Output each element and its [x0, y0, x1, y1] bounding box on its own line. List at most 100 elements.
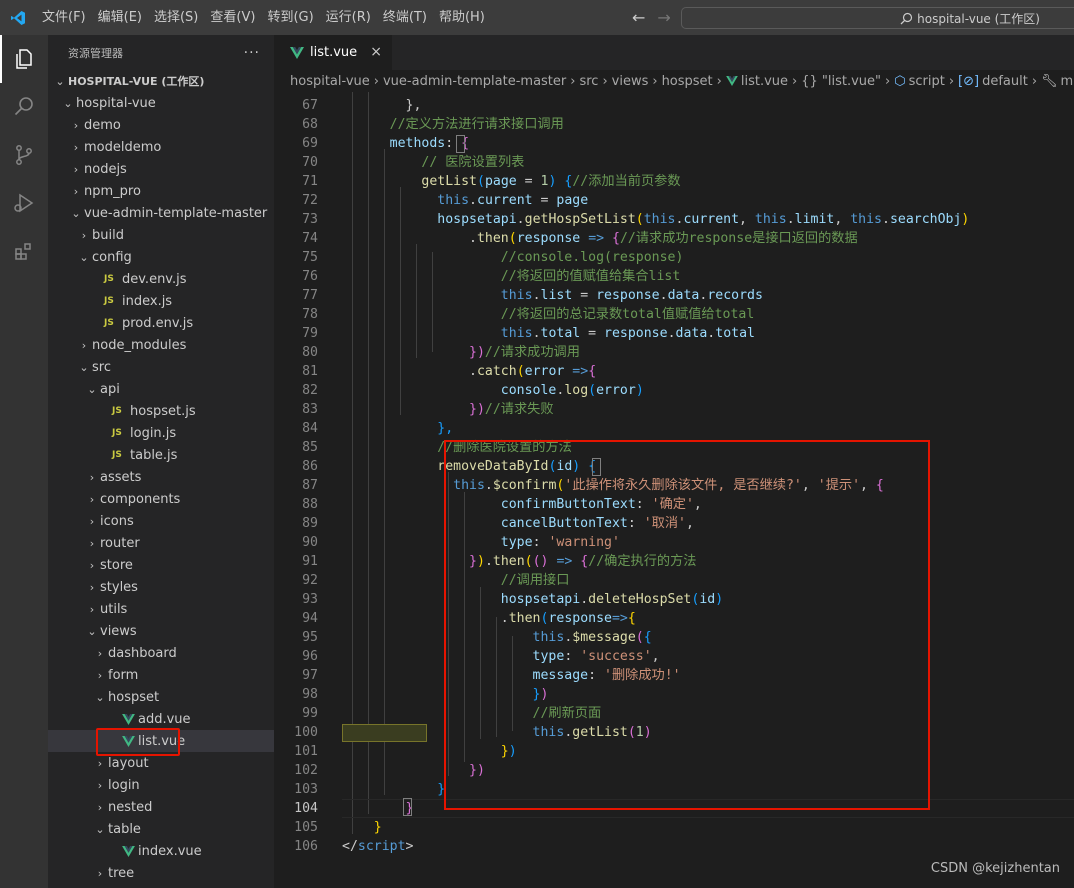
code-line[interactable]: 79 this.total = response.data.total — [274, 324, 1074, 343]
file-item[interactable]: JS hospset.js — [48, 400, 274, 422]
chevron-right-icon[interactable]: › — [84, 493, 100, 506]
file-item[interactable]: JS login.js — [48, 422, 274, 444]
chevron-right-icon[interactable]: › — [68, 163, 84, 176]
chevron-right-icon[interactable]: › — [84, 537, 100, 550]
menu-item[interactable]: 转到(G) — [261, 0, 319, 35]
folder-item[interactable]: ⌄ hospital-vue — [48, 92, 274, 114]
chevron-down-icon[interactable]: ⌄ — [76, 251, 92, 264]
chevron-right-icon[interactable]: › — [92, 647, 108, 660]
breadcrumb-item[interactable]: hospital-vue — [290, 74, 370, 89]
forward-arrow-icon[interactable]: → — [657, 8, 670, 27]
command-center-search[interactable]: hospital-vue (工作区) — [681, 7, 1074, 29]
search-icon[interactable] — [0, 83, 48, 131]
code-line[interactable]: 75 //console.log(response) — [274, 248, 1074, 267]
chevron-down-icon[interactable]: ⌄ — [92, 823, 108, 836]
file-item[interactable]: index.vue — [48, 840, 274, 862]
file-item[interactable]: JS dev.env.js — [48, 268, 274, 290]
code-line[interactable]: 106 </script> — [274, 837, 1074, 856]
chevron-right-icon[interactable]: › — [84, 603, 100, 616]
code-line[interactable]: 68 //定义方法进行请求接口调用 — [274, 115, 1074, 134]
code-line[interactable]: 83 })//请求失败 — [274, 400, 1074, 419]
more-actions-icon[interactable]: ··· — [244, 45, 260, 61]
explorer-icon[interactable] — [0, 35, 48, 83]
code-line[interactable]: 74 .then(response => {//请求成功response是接口返… — [274, 229, 1074, 248]
breadcrumb-item[interactable]: vue-admin-template-master — [383, 74, 566, 89]
chevron-right-icon[interactable]: › — [92, 801, 108, 814]
breadcrumb-item[interactable]: views — [612, 74, 649, 89]
code-line[interactable]: 72 this.current = page — [274, 191, 1074, 210]
folder-item[interactable]: › assets — [48, 466, 274, 488]
back-arrow-icon[interactable]: ← — [632, 8, 645, 27]
folder-item[interactable]: › modeldemo — [48, 136, 274, 158]
folder-item[interactable]: ⌄ vue-admin-template-master — [48, 202, 274, 224]
folder-item[interactable]: › store — [48, 554, 274, 576]
code-line[interactable]: 76 //将返回的值赋值给集合list — [274, 267, 1074, 286]
chevron-down-icon[interactable]: ⌄ — [60, 97, 76, 110]
chevron-right-icon[interactable]: › — [68, 141, 84, 154]
code-line[interactable]: 67 }, — [274, 96, 1074, 115]
tab-list-vue[interactable]: list.vue × — [274, 35, 392, 70]
menu-item[interactable]: 终端(T) — [377, 0, 433, 35]
chevron-down-icon[interactable]: ⌄ — [92, 691, 108, 704]
file-item[interactable]: JS table.js — [48, 444, 274, 466]
folder-item[interactable]: › node_modules — [48, 334, 274, 356]
chevron-right-icon[interactable]: › — [92, 779, 108, 792]
file-item[interactable]: JS prod.env.js — [48, 312, 274, 334]
chevron-right-icon[interactable]: › — [68, 119, 84, 132]
chevron-right-icon[interactable]: › — [76, 229, 92, 242]
breadcrumb-item[interactable]: list.vue — [726, 74, 788, 89]
code-line[interactable]: 80 })//请求成功调用 — [274, 343, 1074, 362]
chevron-right-icon[interactable]: › — [84, 559, 100, 572]
chevron-right-icon[interactable]: › — [92, 669, 108, 682]
extensions-icon[interactable] — [0, 227, 48, 275]
folder-item[interactable]: › tree — [48, 862, 274, 884]
chevron-down-icon[interactable]: ⌄ — [84, 383, 100, 396]
menu-item[interactable]: 编辑(E) — [92, 0, 148, 35]
folder-item[interactable]: ⌄ table — [48, 818, 274, 840]
code-line[interactable]: 69 methods: { — [274, 134, 1074, 153]
breadcrumb-item[interactable]: src — [579, 74, 598, 89]
folder-item[interactable]: › npm_pro — [48, 180, 274, 202]
folder-item[interactable]: › build — [48, 224, 274, 246]
folder-item[interactable]: ⌄ src — [48, 356, 274, 378]
source-control-icon[interactable] — [0, 131, 48, 179]
chevron-right-icon[interactable]: › — [84, 471, 100, 484]
code-line[interactable]: 70 // 医院设置列表 — [274, 153, 1074, 172]
breadcrumb-item[interactable]: {} "list.vue" — [801, 74, 881, 89]
run-debug-icon[interactable] — [0, 179, 48, 227]
folder-item[interactable]: › utils — [48, 598, 274, 620]
folder-item[interactable]: ⌄ HOSPITAL-VUE (工作区) — [48, 70, 274, 92]
code-line[interactable]: 82 console.log(error) — [274, 381, 1074, 400]
breadcrumb-item[interactable]: hospset — [662, 74, 713, 89]
folder-item[interactable]: › dashboard — [48, 642, 274, 664]
chevron-right-icon[interactable]: › — [84, 515, 100, 528]
folder-item[interactable]: › login — [48, 774, 274, 796]
chevron-down-icon[interactable]: ⌄ — [84, 625, 100, 638]
folder-item[interactable]: › nodejs — [48, 158, 274, 180]
code-line[interactable]: 71 getList(page = 1) {//添加当前页参数 — [274, 172, 1074, 191]
menu-item[interactable]: 查看(V) — [204, 0, 261, 35]
code-line[interactable]: 73 hospsetapi.getHospSetList(this.curren… — [274, 210, 1074, 229]
chevron-right-icon[interactable]: › — [76, 339, 92, 352]
folder-item[interactable]: › components — [48, 488, 274, 510]
folder-item[interactable]: ⌄ views — [48, 620, 274, 642]
breadcrumb-item[interactable]: [⊘] default — [958, 74, 1028, 89]
folder-item[interactable]: › nested — [48, 796, 274, 818]
code-line[interactable]: 105 } — [274, 818, 1074, 837]
menu-item[interactable]: 文件(F) — [36, 0, 92, 35]
chevron-down-icon[interactable]: ⌄ — [52, 75, 68, 88]
chevron-right-icon[interactable]: › — [84, 581, 100, 594]
folder-item[interactable]: ⌄ hospset — [48, 686, 274, 708]
breadcrumb-item[interactable]: ⬡ script — [894, 74, 945, 89]
chevron-right-icon[interactable]: › — [68, 185, 84, 198]
folder-item[interactable]: › router — [48, 532, 274, 554]
file-item[interactable]: JS index.js — [48, 290, 274, 312]
menu-item[interactable]: 帮助(H) — [433, 0, 491, 35]
folder-item[interactable]: › form — [48, 664, 274, 686]
code-line[interactable]: 78 //将返回的总记录数total值赋值给total — [274, 305, 1074, 324]
folder-item[interactable]: › demo — [48, 114, 274, 136]
folder-item[interactable]: › icons — [48, 510, 274, 532]
chevron-right-icon[interactable]: › — [92, 867, 108, 880]
code-line[interactable]: 81 .catch(error =>{ — [274, 362, 1074, 381]
folder-item[interactable]: ⌄ api — [48, 378, 274, 400]
